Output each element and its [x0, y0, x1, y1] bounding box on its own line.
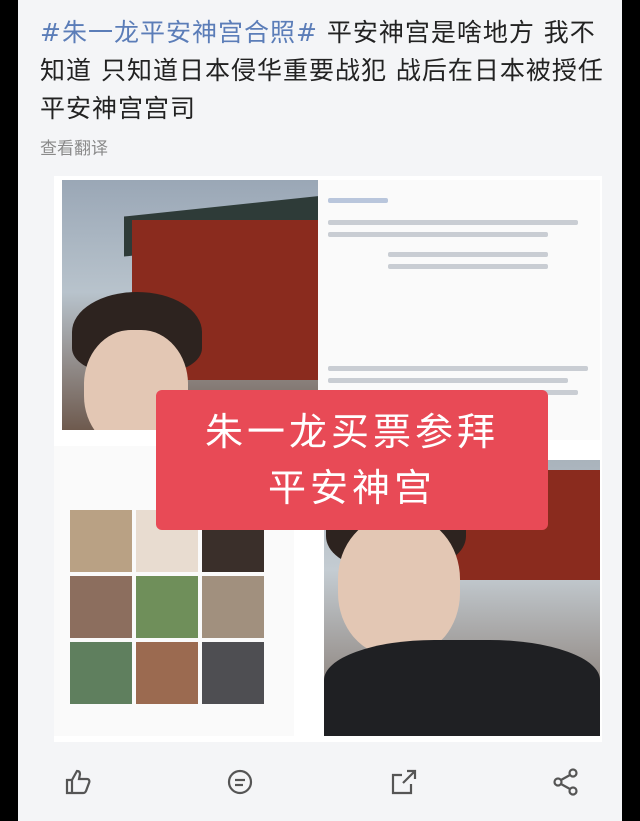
line — [328, 378, 568, 383]
face — [338, 516, 460, 656]
line — [328, 366, 588, 371]
jacket — [324, 640, 600, 736]
caption-banner: 朱一龙买票参拜 平安神宫 — [156, 390, 548, 530]
line — [328, 198, 388, 203]
banner-line-2: 平安神宫 — [267, 466, 436, 510]
repost-icon — [391, 769, 417, 795]
grid-thumb — [136, 642, 198, 704]
grid-thumb — [70, 510, 132, 572]
grid-thumb — [70, 642, 132, 704]
like-button[interactable] — [56, 760, 100, 804]
thumbs-up-icon — [65, 769, 91, 795]
comment-icon — [227, 769, 253, 795]
post-screen: #朱一龙平安神宫合照# 平安神宫是啥地方 我不知道 只知道日本侵华重要战犯 战后… — [18, 0, 622, 821]
line — [328, 220, 578, 225]
topic-link[interactable]: #朱一龙平安神宫合照# — [40, 18, 318, 47]
action-bar — [18, 752, 622, 812]
grid-thumb — [202, 642, 264, 704]
share-icon — [553, 768, 578, 796]
grid-thumb — [136, 576, 198, 638]
post-text: #朱一龙平安神宫合照# 平安神宫是啥地方 我不知道 只知道日本侵华重要战犯 战后… — [40, 14, 605, 128]
grid-thumb — [202, 576, 264, 638]
repost-button[interactable] — [382, 760, 426, 804]
share-button[interactable] — [544, 760, 588, 804]
line — [388, 252, 548, 257]
line — [328, 232, 548, 237]
comment-button[interactable] — [218, 760, 262, 804]
line — [388, 264, 548, 269]
grid-thumb — [70, 576, 132, 638]
banner-line-1: 朱一龙买票参拜 — [204, 410, 499, 454]
translate-button[interactable]: 查看翻译 — [40, 134, 108, 159]
